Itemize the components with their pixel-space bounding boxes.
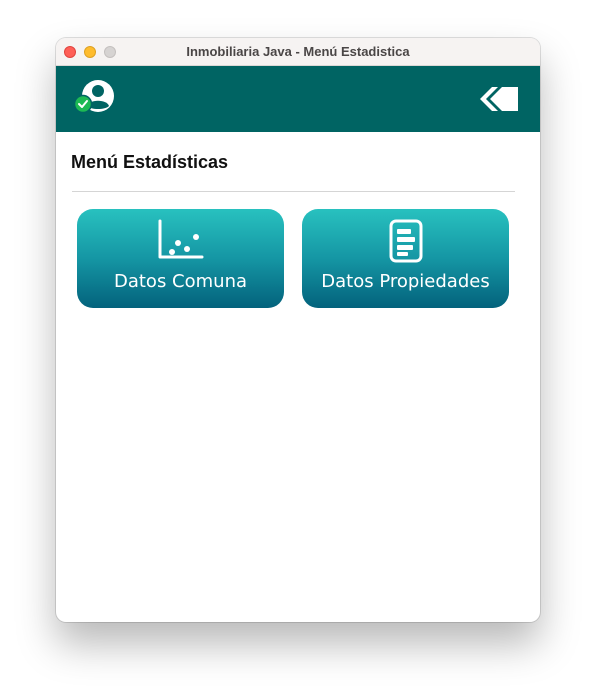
divider: [72, 191, 515, 192]
desktop-background: Inmobiliaria Java - Menú Estadistica Men…: [0, 0, 596, 696]
tile-label: Datos Comuna: [113, 271, 248, 292]
window-title: Inmobiliaria Java - Menú Estadistica: [186, 44, 410, 59]
bar-list-document-icon: [388, 219, 424, 268]
page-title: Menú Estadísticas: [71, 152, 229, 172]
back-button[interactable]: [478, 84, 520, 114]
datos-propiedades-button[interactable]: Datos Propiedades: [302, 209, 509, 308]
double-chevron-back-icon: [480, 87, 518, 111]
scatter-chart-icon: [157, 219, 205, 266]
title-bar[interactable]: Inmobiliaria Java - Menú Estadistica: [56, 38, 540, 66]
app-header: [56, 66, 540, 132]
tile-label: Datos Propiedades: [321, 271, 490, 292]
user-verified-icon[interactable]: [73, 80, 116, 118]
app-window: Inmobiliaria Java - Menú Estadistica Men…: [56, 38, 540, 622]
datos-comuna-button[interactable]: Datos Comuna: [77, 209, 284, 308]
